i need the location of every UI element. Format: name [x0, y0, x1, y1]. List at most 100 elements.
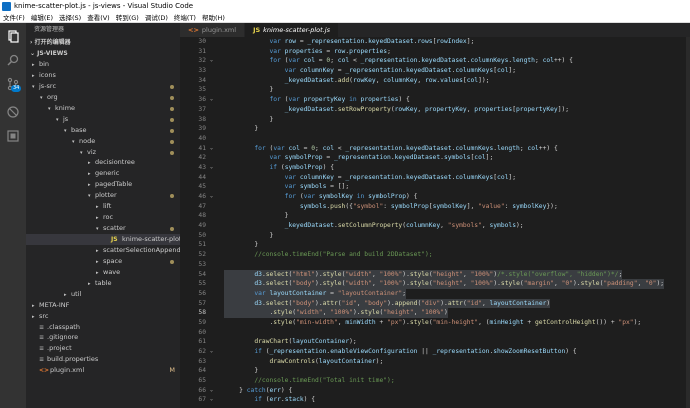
menu-item[interactable]: 编辑(E)	[28, 12, 56, 22]
code-line[interactable]: 64 }	[180, 366, 690, 376]
tree-item-label: scatter	[103, 224, 126, 233]
tree-item[interactable]: ▸ lift	[26, 201, 180, 212]
code-line[interactable]: 44 var columnKey = _representation.keyed…	[180, 173, 690, 183]
code-line[interactable]: 67 ⌄ if (err.stack) {	[180, 395, 690, 405]
code-line[interactable]: 41 ⌄ for (var col = 0; col < _representat…	[180, 144, 690, 154]
fold-chevron-icon[interactable]: ⌄	[210, 163, 213, 173]
code-line[interactable]: 58 .style("width", "100%").style("height…	[180, 308, 690, 318]
code-text: if (err.stack) {	[254, 396, 316, 404]
tree-item[interactable]: ▾ knime	[26, 103, 180, 114]
code-line[interactable]: 38 }	[180, 115, 690, 125]
menu-item[interactable]: 转到(G)	[113, 12, 142, 22]
project-section[interactable]: ⌄ JS-VIEWS	[26, 48, 180, 59]
fold-chevron-icon[interactable]: ⌄	[210, 192, 213, 202]
code-line[interactable]: 49 _keyedDataset.setColumnProperty(colum…	[180, 221, 690, 231]
menu-item[interactable]: 查看(V)	[84, 12, 113, 22]
chevron-right-icon: ›	[30, 39, 33, 46]
tab-inactive[interactable]: <> plugin.xml	[180, 23, 246, 37]
tree-item[interactable]: ▸ META-INF	[26, 300, 180, 311]
code-line[interactable]: 63 drawControls(layoutContainer);	[180, 357, 690, 367]
fold-chevron-icon[interactable]: ⌄	[210, 95, 213, 105]
code-line[interactable]: 36 ⌄ for (var propertyKey in properties) …	[180, 95, 690, 105]
tree-item[interactable]: ▸ bin	[26, 59, 180, 70]
fold-chevron-icon[interactable]: ⌄	[210, 395, 213, 405]
code-line[interactable]: 50 }	[180, 231, 690, 241]
tree-item[interactable]: ▸ wave	[26, 267, 180, 278]
tree-item[interactable]: ▾ viz	[26, 147, 180, 158]
code-line[interactable]: 31 var properties = row.properties;	[180, 47, 690, 57]
line-number: 65	[198, 377, 206, 385]
line-number: 32	[198, 57, 206, 65]
tree-item[interactable]: ▸ generic	[26, 168, 180, 179]
tree-item[interactable]: ≡ .classpath	[26, 322, 180, 333]
fold-chevron-icon[interactable]: ⌄	[210, 347, 213, 357]
code-line[interactable]: 30 var row = _representation.keyedDatase…	[180, 37, 690, 47]
line-number: 54	[198, 270, 206, 278]
menu-item[interactable]: 调试(D)	[142, 12, 171, 22]
code-line[interactable]: 35 }	[180, 85, 690, 95]
editor-scrollbar[interactable]	[686, 37, 690, 408]
fold-chevron-icon[interactable]: ⌄	[210, 56, 213, 66]
tab-active[interactable]: JS knime-scatter-plot.js	[245, 23, 339, 37]
menu-item[interactable]: 文件(F)	[0, 12, 28, 22]
search-icon[interactable]	[6, 53, 20, 67]
code-line[interactable]: 62 ⌄ if (_representation.enableViewConfig…	[180, 347, 690, 357]
fold-chevron-icon[interactable]: ⌄	[210, 386, 213, 396]
tree-item[interactable]: ▸ roc	[26, 212, 180, 223]
code-line[interactable]: 60	[180, 328, 690, 338]
code-line[interactable]: 65 //console.timeEnd("Total init time");	[180, 376, 690, 386]
code-line[interactable]: 39 }	[180, 124, 690, 134]
modified-dot-icon	[170, 259, 174, 264]
code-line[interactable]: 47 symbols.push({"symbol": symbolProp[sy…	[180, 202, 690, 212]
tree-item[interactable]: ▸ table	[26, 278, 180, 289]
code-line[interactable]: 55 d3.select("body").style("width", "100…	[180, 279, 690, 289]
code-line[interactable]: 59 .style("min-width", minWidth + "px").…	[180, 318, 690, 328]
code-line[interactable]: 42 var symbolProp = _representation.keye…	[180, 153, 690, 163]
tree-item[interactable]: ▸ scatterSelectionAppender	[26, 245, 187, 256]
tree-item[interactable]: ▸ pagedTable	[26, 179, 180, 190]
code-line[interactable]: 48 }	[180, 211, 690, 221]
code-line[interactable]: 52 //console.timeEnd("Parse and build 2D…	[180, 250, 690, 260]
code-line[interactable]: 34 _keyedDataset.add(rowKey, columnKey, …	[180, 76, 690, 86]
code-line[interactable]: 54 d3.select("html").style("width", "100…	[180, 269, 690, 280]
code-line[interactable]: 61 drawChart(layoutContainer);	[180, 337, 690, 347]
tree-item[interactable]: ▸ space	[26, 256, 180, 267]
menu-item[interactable]: 选择(S)	[56, 12, 84, 22]
code-line[interactable]: 32 ⌄ for (var col = 0; col < _representat…	[180, 56, 690, 66]
tree-item[interactable]: ≡ .gitignore	[26, 332, 180, 343]
code-line[interactable]: 46 ⌄ for (var symbolKey in symbolProp) {	[180, 192, 690, 202]
code-line[interactable]: 66 ⌄ } catch(err) {	[180, 386, 690, 396]
tree-item[interactable]: ▸ decisiontree	[26, 157, 180, 168]
code-line[interactable]: 43 ⌄ if (symbolProp) {	[180, 163, 690, 173]
tree-item[interactable]: ≡ build.properties	[26, 354, 180, 365]
code-line[interactable]: 57 d3.select("body").attr("id", "body").…	[180, 298, 690, 309]
debug-icon[interactable]	[6, 105, 20, 119]
tree-item[interactable]: <>plugin.xml M	[26, 365, 180, 376]
tree-item[interactable]: ≡ .project	[26, 343, 180, 354]
code-line[interactable]: 37 _keyedDataset.setRowProperty(rowKey, …	[180, 105, 690, 115]
tree-item[interactable]: ▸ util	[26, 289, 180, 300]
tree-item[interactable]: ▾ scatter	[26, 223, 180, 234]
tree-item[interactable]: ▾ js	[26, 114, 180, 125]
tree-item[interactable]: ▸ src	[26, 311, 180, 322]
extensions-icon[interactable]	[6, 129, 20, 143]
code-line[interactable]: 53	[180, 260, 690, 270]
tree-item[interactable]: ▾ plotter	[26, 190, 180, 201]
code-line[interactable]: 45 var symbols = [];	[180, 182, 690, 192]
menu-item[interactable]: 帮助(H)	[199, 12, 228, 22]
tree-item[interactable]: ▾ org	[26, 92, 180, 103]
open-editors-section[interactable]: › 打开的编辑器	[26, 37, 180, 48]
code-line[interactable]: 56 var layoutContainer = "layoutContaine…	[180, 288, 690, 299]
tree-item[interactable]: ▾ js-src	[26, 81, 180, 92]
code-editor[interactable]: 30 var row = _representation.keyedDatase…	[180, 37, 690, 408]
tree-item[interactable]: ▾ node	[26, 136, 180, 147]
code-line[interactable]: 33 var columnKey = _representation.keyed…	[180, 66, 690, 76]
explorer-icon[interactable]	[6, 29, 20, 43]
code-line[interactable]: 51 }	[180, 240, 690, 250]
tree-item[interactable]: JS knime-scatter-plot.js	[26, 234, 189, 245]
code-line[interactable]: 40	[180, 134, 690, 144]
menu-item[interactable]: 终端(T)	[171, 12, 199, 22]
tree-item[interactable]: ▸ icons	[26, 70, 180, 81]
fold-chevron-icon[interactable]: ⌄	[210, 144, 213, 154]
tree-item[interactable]: ▾ base	[26, 125, 180, 136]
